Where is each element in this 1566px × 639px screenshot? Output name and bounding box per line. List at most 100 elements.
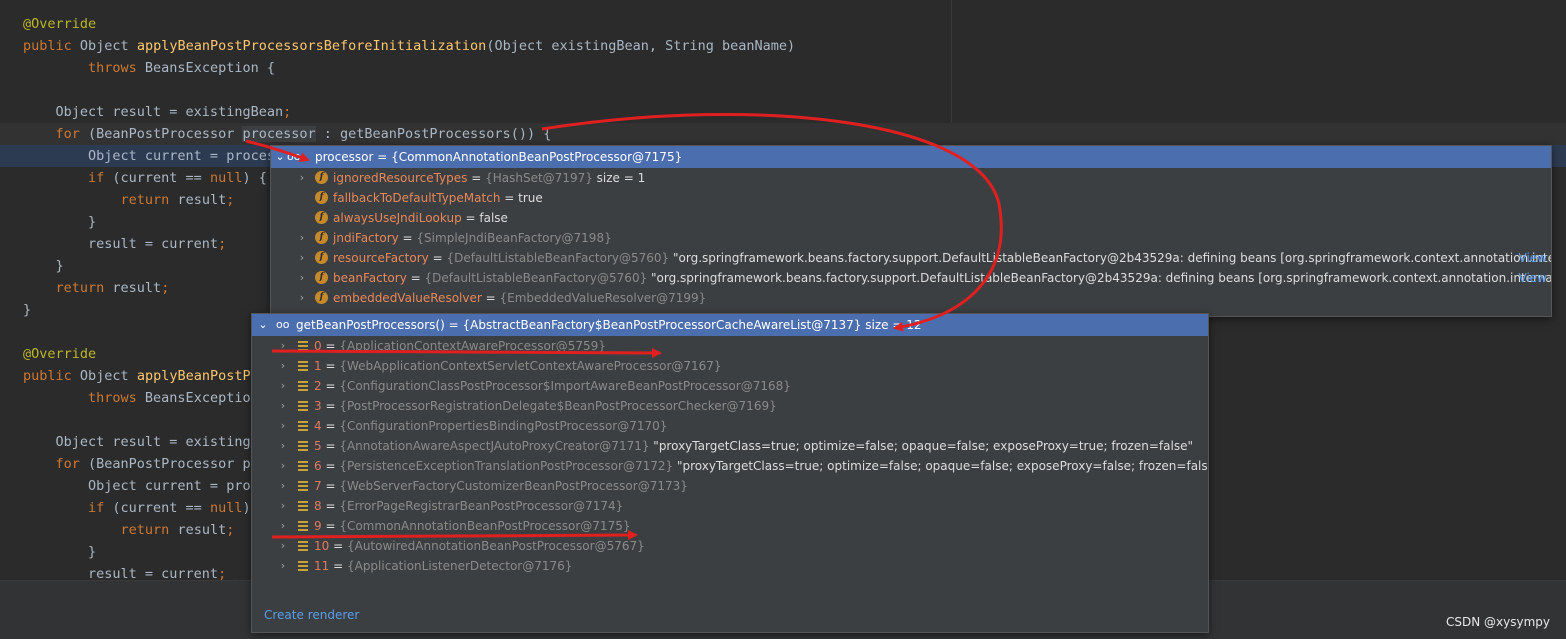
- code-token: Object current = proc: [23, 478, 259, 494]
- code-token: }: [23, 258, 64, 274]
- popup-header-processors-list[interactable]: ⌄ oo getBeanPostProcessors() = {Abstract…: [252, 314, 1208, 336]
- chevron-right-icon[interactable]: ›: [278, 536, 288, 556]
- list-item[interactable]: › 4 = {ConfigurationPropertiesBindingPost…: [252, 416, 1208, 436]
- field-row[interactable]: › f ignoredResourceTypes = {HashSet@7197} …: [271, 168, 1551, 188]
- field-row[interactable]: › f embeddedValueResolver = {EmbeddedValue…: [271, 288, 1551, 308]
- field-row[interactable]: f fallbackToDefaultTypeMatch = true: [271, 188, 1551, 208]
- code-token: applyBeanPostProcessorsBeforeInitializat…: [136, 38, 487, 54]
- code-token: ) {: [242, 170, 267, 186]
- code-token: (current ==: [112, 170, 210, 186]
- chevron-right-icon[interactable]: ›: [278, 396, 288, 416]
- chevron-right-icon[interactable]: ›: [278, 516, 288, 536]
- field-equals: =: [461, 211, 480, 225]
- code-line[interactable]: [0, 79, 1566, 101]
- view-link[interactable]: View: [1519, 248, 1547, 268]
- list-item[interactable]: › 10 = {AutowiredAnnotationBeanPostProces…: [252, 536, 1208, 556]
- watermark: CSDN @xysympy: [1446, 615, 1550, 629]
- list-index: 10: [314, 539, 330, 553]
- field-equals: =: [500, 191, 519, 205]
- field-name: jndiFactory: [333, 231, 399, 245]
- list-item[interactable]: › 5 = {AnnotationAwareAspectJAutoProxyCre…: [252, 436, 1208, 456]
- field-name: resourceFactory: [333, 251, 429, 265]
- list-item[interactable]: › 9 = {CommonAnnotationBeanPostProcessor@…: [252, 516, 1208, 536]
- list-equals: =: [321, 419, 340, 433]
- chevron-right-icon[interactable]: ›: [297, 268, 307, 288]
- code-line[interactable]: Object result = existingBean;: [0, 101, 1566, 123]
- code-token: ;: [226, 192, 235, 208]
- field-row[interactable]: f alwaysUseJndiLookup = false: [271, 208, 1551, 228]
- create-renderer-link[interactable]: Create renderer: [264, 608, 359, 622]
- popup-header-text: getBeanPostProcessors() = {AbstractBeanF…: [296, 318, 922, 332]
- field-value: true: [518, 191, 543, 205]
- code-token: null: [209, 500, 243, 516]
- field-icon: f: [315, 171, 328, 184]
- chevron-right-icon[interactable]: ›: [297, 288, 307, 308]
- field-ref: {DefaultListableBeanFactory@5760}: [424, 271, 648, 285]
- code-token: ): [242, 500, 251, 516]
- chevron-right-icon[interactable]: ›: [278, 496, 288, 516]
- chevron-right-icon[interactable]: ›: [278, 556, 288, 576]
- field-name: beanFactory: [333, 271, 407, 285]
- list-item[interactable]: › 6 = {PersistenceExceptionTranslationPos…: [252, 456, 1208, 476]
- field-row[interactable]: › f beanFactory = {DefaultListableBeanFact…: [271, 268, 1551, 288]
- code-token: result: [177, 522, 227, 538]
- chevron-right-icon[interactable]: ›: [297, 228, 307, 248]
- list-item[interactable]: › 8 = {ErrorPageRegistrarBeanPostProcesso…: [252, 496, 1208, 516]
- code-token: applyBeanPostPr: [136, 368, 259, 384]
- chevron-down-icon[interactable]: ⌄: [258, 314, 268, 336]
- chevron-right-icon[interactable]: ›: [297, 168, 307, 188]
- list-element-icon: [298, 441, 308, 451]
- code-line[interactable]: for (BeanPostProcessor processor : getBe…: [0, 123, 1566, 145]
- code-line[interactable]: throws BeansException {: [0, 57, 1566, 79]
- list-equals: =: [321, 379, 340, 393]
- field-value: size = 1: [592, 171, 646, 185]
- field-name: fallbackToDefaultTypeMatch: [333, 191, 501, 205]
- chevron-right-icon[interactable]: ›: [278, 336, 288, 356]
- chevron-right-icon[interactable]: ›: [278, 476, 288, 496]
- list-element-icon: [298, 501, 308, 511]
- chevron-down-icon[interactable]: ⌄: [275, 146, 285, 168]
- code-token: if: [23, 500, 113, 516]
- list-item-ref: {AutowiredAnnotationBeanPostProcessor@57…: [346, 539, 645, 553]
- list-item[interactable]: › 7 = {WebServerFactoryCustomizerBeanPost…: [252, 476, 1208, 496]
- code-line[interactable]: @Override: [0, 13, 1566, 35]
- field-ref: {EmbeddedValueResolver@7199}: [499, 291, 707, 305]
- code-line[interactable]: public Object applyBeanPostProcessorsBef…: [0, 35, 1566, 57]
- code-token: }: [23, 214, 97, 230]
- view-link[interactable]: View: [1519, 268, 1547, 288]
- chevron-right-icon[interactable]: ›: [297, 248, 307, 268]
- chevron-right-icon[interactable]: ›: [278, 376, 288, 396]
- list-equals: =: [329, 559, 347, 573]
- watch-glasses-icon: oo: [287, 150, 301, 163]
- list-item[interactable]: › 1 = {WebApplicationContextServletContex…: [252, 356, 1208, 376]
- list-element-icon: [298, 541, 308, 551]
- list-item-ref: {WebApplicationContextServletContextAwar…: [339, 359, 722, 373]
- code-token: return: [23, 192, 178, 208]
- list-item[interactable]: › 11 = {ApplicationListenerDetector@7176}: [252, 556, 1208, 576]
- field-row[interactable]: › f resourceFactory = {DefaultListableBean…: [271, 248, 1551, 268]
- code-token: (BeanPostProcessor pr: [88, 456, 259, 472]
- watch-glasses-icon: oo: [276, 318, 290, 331]
- field-row[interactable]: › f jndiFactory = {SimpleJndiBeanFactory@7…: [271, 228, 1551, 248]
- list-index: 11: [314, 559, 330, 573]
- list-item-value: "proxyTargetClass=true; optimize=false; …: [649, 439, 1193, 453]
- list-item[interactable]: › 0 = {ApplicationContextAwareProcessor@5…: [252, 336, 1208, 356]
- code-token: result: [112, 280, 162, 296]
- list-equals: =: [321, 459, 340, 473]
- list-item[interactable]: › 2 = {ConfigurationClassPostProcessor$Im…: [252, 376, 1208, 396]
- chevron-right-icon[interactable]: ›: [278, 356, 288, 376]
- chevron-right-icon[interactable]: ›: [278, 416, 288, 436]
- list-item[interactable]: › 3 = {PostProcessorRegistrationDelegate$…: [252, 396, 1208, 416]
- field-icon: f: [315, 231, 328, 244]
- variable-inspection-popup-processor[interactable]: ⌄ oo processor = {CommonAnnotationBeanPo…: [270, 145, 1552, 317]
- code-token: processor: [242, 126, 316, 142]
- code-token: BeansException {: [144, 60, 275, 76]
- list-element-icon: [298, 461, 308, 471]
- chevron-right-icon[interactable]: ›: [278, 456, 288, 476]
- list-index: 1: [314, 359, 322, 373]
- list-equals: =: [321, 479, 340, 493]
- popup-header-processor[interactable]: ⌄ oo processor = {CommonAnnotationBeanPo…: [271, 146, 1551, 168]
- field-icon: f: [315, 211, 328, 224]
- chevron-right-icon[interactable]: ›: [278, 436, 288, 456]
- variable-inspection-popup-processors-list[interactable]: ⌄ oo getBeanPostProcessors() = {Abstract…: [251, 313, 1209, 633]
